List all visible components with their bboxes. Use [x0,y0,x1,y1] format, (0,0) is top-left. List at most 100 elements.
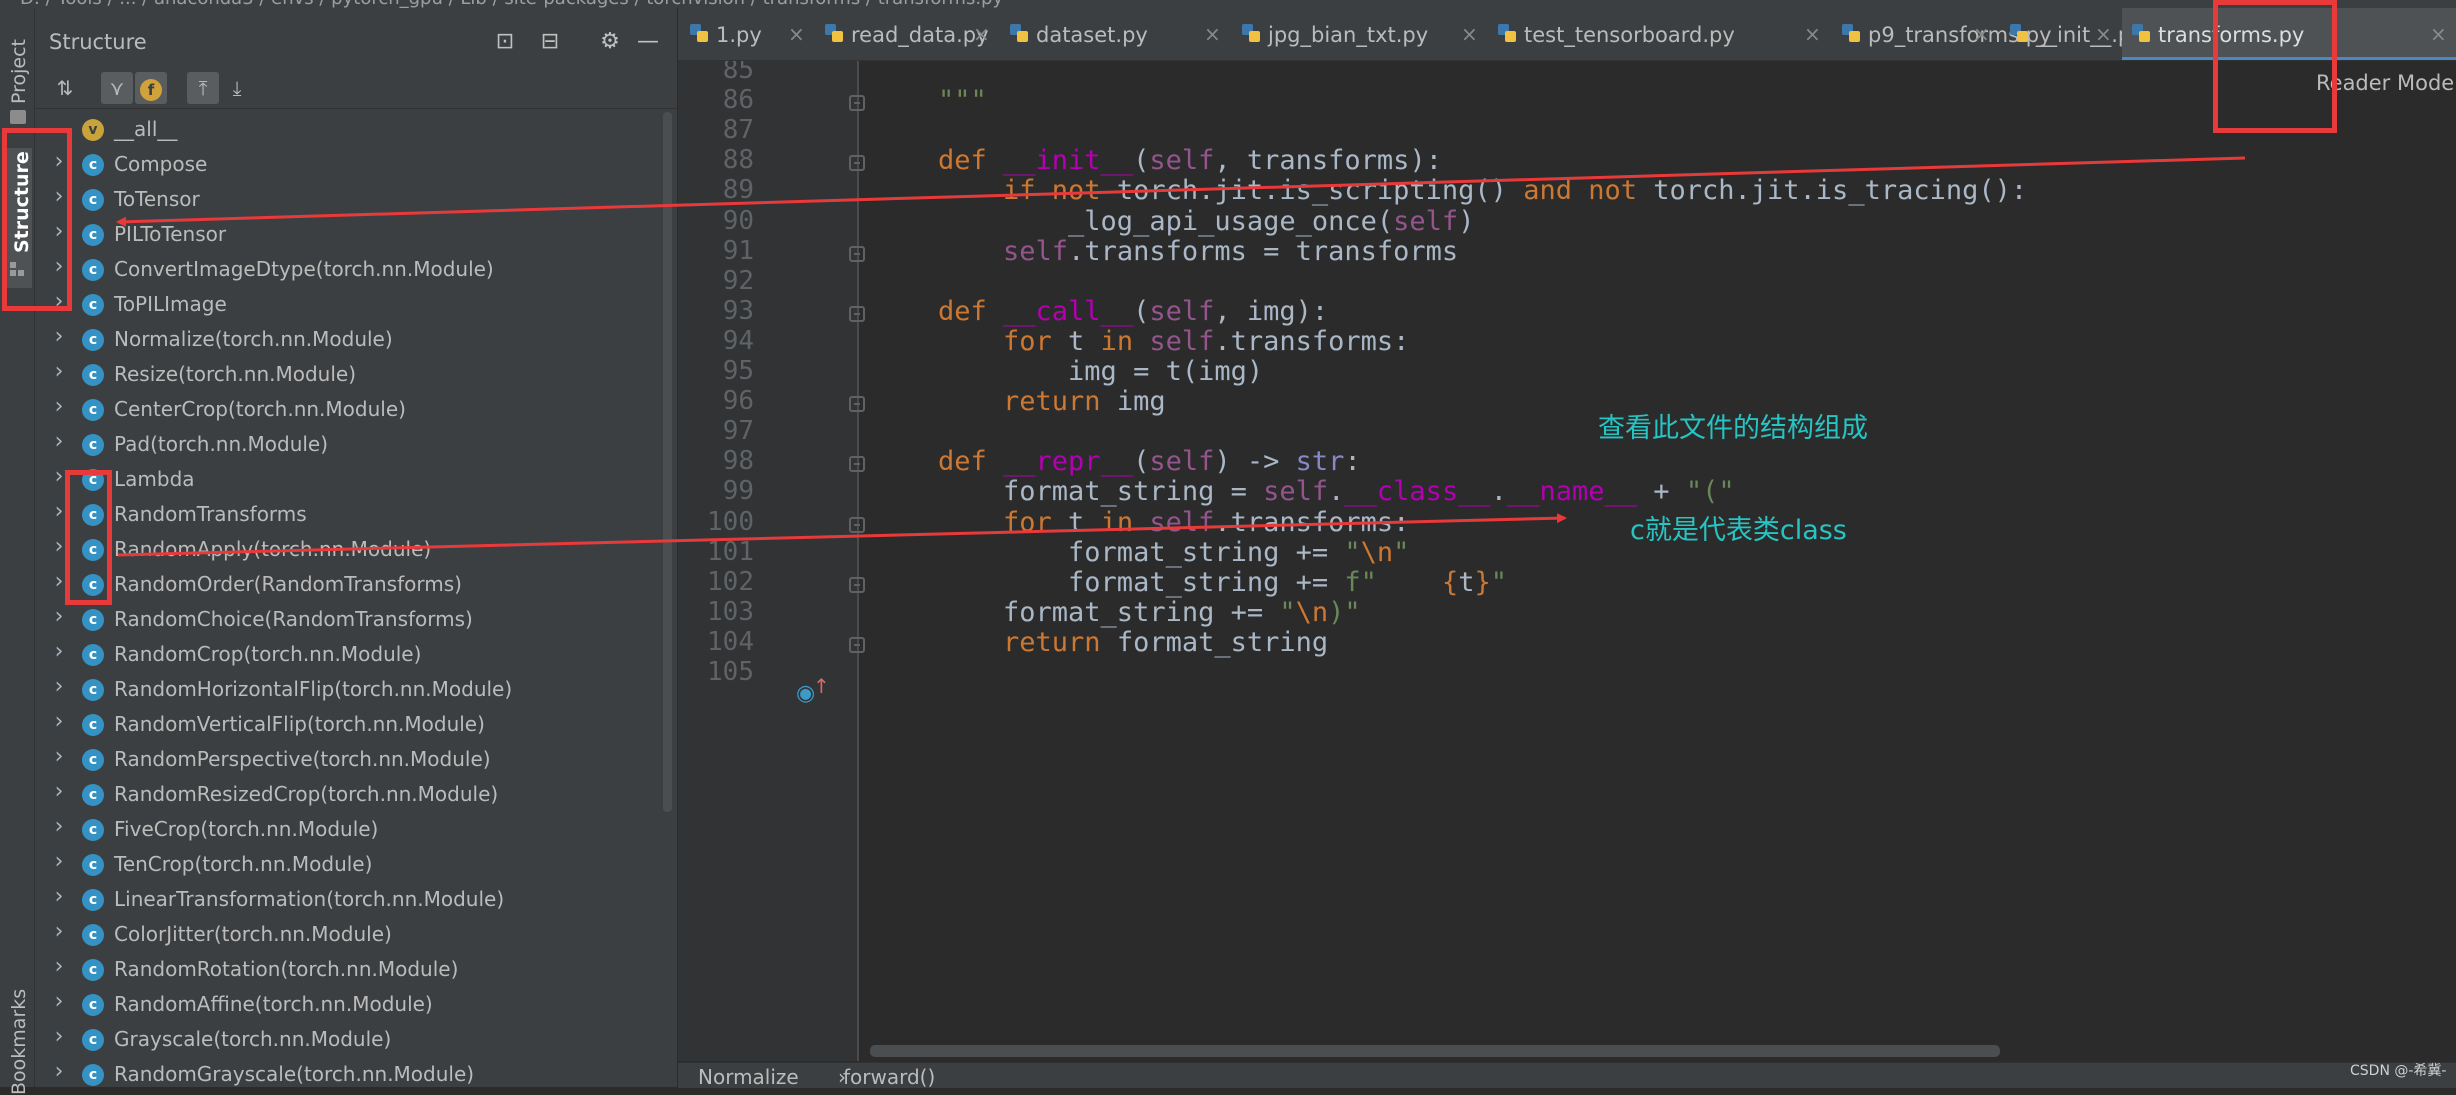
chevron-right-icon[interactable]: › [51,919,67,944]
code-line[interactable]: format_string += "\n)" [938,597,1361,628]
fold-marker-icon[interactable] [849,516,865,533]
structure-item[interactable]: › c Lambda [35,462,665,497]
editor-tab[interactable]: __init__.py × [2000,8,2144,60]
chevron-right-icon[interactable]: › [51,359,67,384]
structure-item[interactable]: v __all__ [35,112,665,147]
chevron-right-icon[interactable]: › [51,324,67,349]
fold-marker-icon[interactable] [849,305,865,322]
structure-item[interactable]: › c FiveCrop(torch.nn.Module) [35,812,665,847]
structure-item[interactable]: › c RandomChoice(RandomTransforms) [35,602,665,637]
code-line[interactable]: for t in self.transforms: [938,326,1409,357]
chevron-right-icon[interactable]: › [51,1059,67,1084]
fold-marker-icon[interactable] [849,396,865,413]
code-line[interactable]: def __call__(self, img): [938,296,1328,327]
gear-icon[interactable]: ⚙ [595,28,625,56]
breadcrumb-class[interactable]: Normalize [698,1065,799,1089]
breadcrumb-method[interactable]: forward() [843,1065,935,1089]
code-line[interactable]: format_string += f" {t}" [938,567,1507,598]
structure-item[interactable]: › c ToPILImage [35,287,665,322]
code-line[interactable]: format_string += "\n" [938,537,1409,568]
close-tab-icon[interactable]: × [1461,22,1478,46]
structure-item[interactable]: › c CenterCrop(torch.nn.Module) [35,392,665,427]
minimize-icon[interactable]: — [633,28,663,56]
structure-item[interactable]: › c RandomRotation(torch.nn.Module) [35,952,665,987]
chevron-right-icon[interactable]: › [51,394,67,419]
code-line[interactable]: return img [938,386,1166,417]
fold-marker-icon[interactable] [849,636,865,653]
structure-item[interactable]: › c RandomTransforms [35,497,665,532]
structure-item[interactable]: › c ToTensor [35,182,665,217]
structure-item[interactable]: › c Compose [35,147,665,182]
close-tab-icon[interactable]: × [1973,22,1990,46]
horizontal-scrollbar[interactable] [870,1045,2000,1057]
chevron-right-icon[interactable]: › [51,779,67,804]
structure-item[interactable]: › c Resize(torch.nn.Module) [35,357,665,392]
close-tab-icon[interactable]: × [1804,22,1821,46]
chevron-right-icon[interactable]: › [51,639,67,664]
editor-tab[interactable]: p9_transforms.py × [1832,8,2052,60]
navigate-from-source-icon[interactable]: ⤒ [187,72,219,104]
structure-item[interactable]: › c ColorJitter(torch.nn.Module) [35,917,665,952]
close-tab-icon[interactable]: × [1204,22,1221,46]
code-line[interactable]: for t in self.transforms: [938,507,1409,538]
code-line[interactable]: self.transforms = transforms [938,236,1458,267]
structure-item[interactable]: › c RandomVerticalFlip(torch.nn.Module) [35,707,665,742]
structure-item[interactable]: › c Pad(torch.nn.Module) [35,427,665,462]
structure-item[interactable]: › c ConvertImageDtype(torch.nn.Module) [35,252,665,287]
code-line[interactable]: return format_string [938,627,1328,658]
editor-tab[interactable]: 1.py × [680,8,814,60]
show-inherited-icon[interactable]: ⋎ [101,72,133,104]
code-line[interactable]: def __repr__(self) -> str: [938,446,1361,477]
chevron-right-icon[interactable]: › [51,954,67,979]
structure-item[interactable]: › c Normalize(torch.nn.Module) [35,322,665,357]
show-fields-icon[interactable]: f [135,72,167,104]
chevron-right-icon[interactable]: › [51,1024,67,1049]
sort-alpha-icon[interactable]: ⇅ [49,72,81,104]
project-tool-button[interactable]: Project [8,39,30,104]
chevron-right-icon[interactable]: › [51,429,67,454]
autoscroll-to-source-icon[interactable]: ⤓ [221,72,253,104]
fold-marker-icon[interactable] [849,456,865,473]
editor-tab[interactable]: jpg_bian_txt.py × [1232,8,1487,60]
structure-item[interactable]: › c RandomCrop(torch.nn.Module) [35,637,665,672]
structure-item[interactable]: › c Grayscale(torch.nn.Module) [35,1022,665,1057]
code-line[interactable]: def __init__(self, transforms): [938,145,1442,176]
structure-scrollbar[interactable] [663,112,672,812]
structure-item[interactable]: › c TenCrop(torch.nn.Module) [35,847,665,882]
fold-marker-icon[interactable] [849,576,865,593]
fold-marker-icon[interactable] [849,245,865,262]
editor-tab[interactable]: dataset.py × [1000,8,1230,60]
expand-all-icon[interactable]: ⊡ [490,28,520,56]
structure-item[interactable]: › c RandomResizedCrop(torch.nn.Module) [35,777,665,812]
chevron-right-icon[interactable]: › [51,814,67,839]
chevron-right-icon[interactable]: › [51,849,67,874]
editor-tab[interactable]: read_data.py × [815,8,999,60]
folder-icon[interactable] [10,110,26,124]
code-line[interactable]: _log_api_usage_once(self) [938,206,1474,237]
chevron-right-icon[interactable]: › [51,989,67,1014]
chevron-right-icon[interactable]: › [51,604,67,629]
code-line[interactable]: format_string = self.__class__.__name__ … [938,476,1735,507]
structure-item[interactable]: › c PILToTensor [35,217,665,252]
chevron-right-icon[interactable]: › [51,674,67,699]
collapse-all-icon[interactable]: ⊟ [535,28,565,56]
structure-item[interactable]: › c LinearTransformation(torch.nn.Module) [35,882,665,917]
close-tab-icon[interactable]: × [788,22,805,46]
close-tab-icon[interactable]: × [2430,22,2447,46]
chevron-right-icon[interactable]: › [51,884,67,909]
structure-item[interactable]: › c RandomHorizontalFlip(torch.nn.Module) [35,672,665,707]
chevron-right-icon[interactable]: › [51,744,67,769]
editor-tab[interactable]: test_tensorboard.py × [1488,8,1830,60]
close-tab-icon[interactable]: × [973,22,990,46]
structure-item[interactable]: › c RandomApply(torch.nn.Module) [35,532,665,567]
fold-marker-icon[interactable] [849,155,865,172]
structure-item[interactable]: › c RandomOrder(RandomTransforms) [35,567,665,602]
chevron-right-icon[interactable]: › [51,709,67,734]
structure-item[interactable]: › c RandomPerspective(torch.nn.Module) [35,742,665,777]
code-line[interactable]: """ [938,85,987,116]
code-editor[interactable]: 85 86 87 88 89 90 91 92 93 94 95 96 97 98 99 100 101 102 1… [678,61,2456,1061]
bookmarks-tool-button[interactable]: Bookmarks [8,989,30,1095]
code-line[interactable]: img = t(img) [938,356,1263,387]
structure-item[interactable]: › c RandomAffine(torch.nn.Module) [35,987,665,1022]
close-tab-icon[interactable]: × [2095,22,2112,46]
